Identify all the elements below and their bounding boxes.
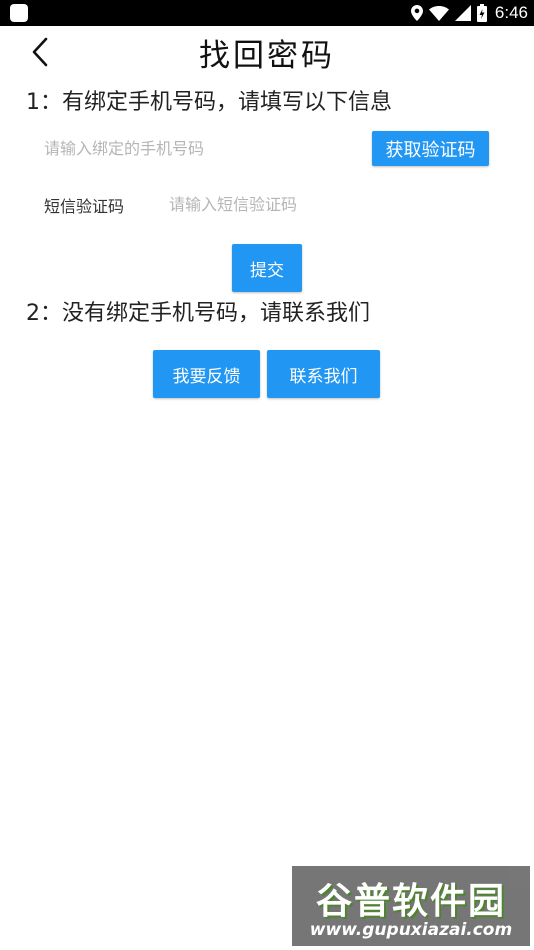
battery-icon bbox=[476, 4, 487, 22]
feedback-button[interactable]: 我要反馈 bbox=[153, 350, 260, 398]
get-code-button[interactable]: 获取验证码 bbox=[372, 131, 489, 166]
submit-button[interactable]: 提交 bbox=[232, 244, 302, 292]
location-icon bbox=[410, 5, 423, 21]
status-time: 6:46 bbox=[494, 3, 528, 22]
watermark-url: www.gupuxiazai.com bbox=[309, 920, 513, 940]
sms-code-label: 短信验证码 bbox=[44, 197, 125, 216]
wifi-icon bbox=[428, 5, 449, 21]
signal-icon bbox=[454, 5, 471, 21]
phone-input[interactable] bbox=[44, 132, 344, 164]
sms-code-input[interactable] bbox=[169, 188, 469, 220]
status-bar: 6:46 bbox=[0, 0, 534, 26]
watermark-title: 谷普软件园 bbox=[315, 881, 506, 922]
app-icon bbox=[10, 4, 28, 22]
section2-heading: 2：没有绑定手机号码，请联系我们 bbox=[26, 301, 370, 326]
status-icons: 6:46 bbox=[410, 0, 528, 26]
page-title: 找回密码 bbox=[199, 38, 335, 74]
watermark-logo: 谷普软件园 www.gupuxiazai.com bbox=[292, 866, 530, 946]
section1-heading: 1：有绑定手机号码，请填写以下信息 bbox=[26, 90, 392, 115]
contact-us-button[interactable]: 联系我们 bbox=[267, 350, 380, 398]
